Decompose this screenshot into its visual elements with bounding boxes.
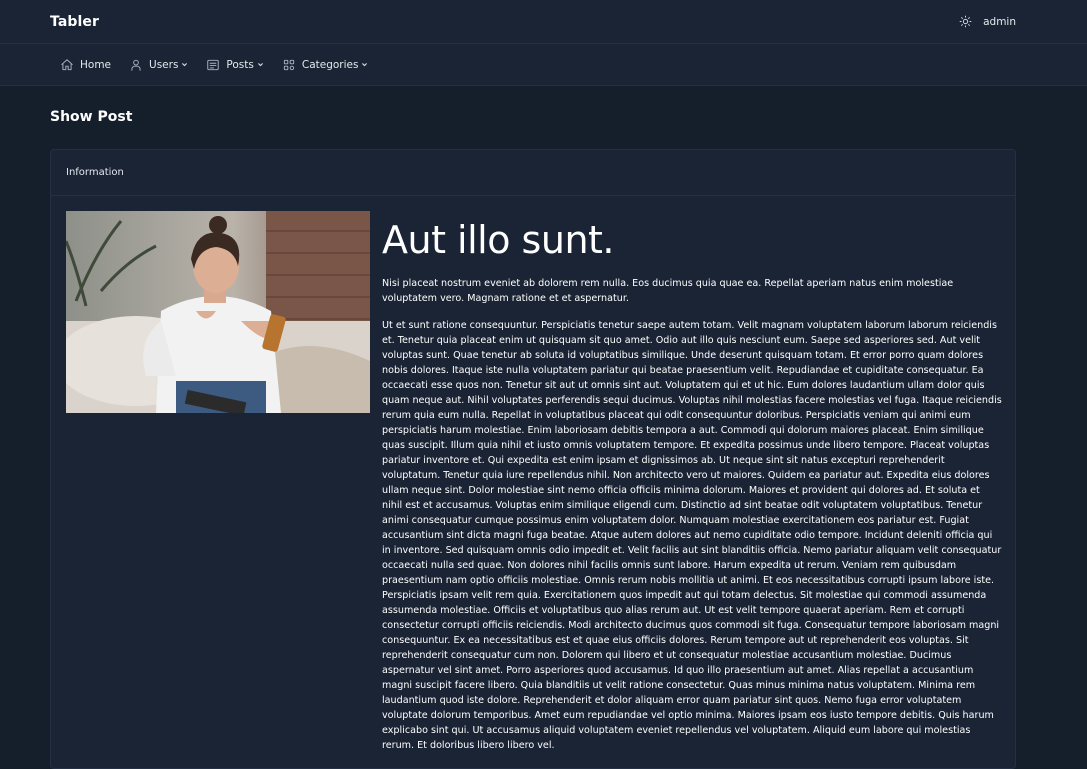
nav-item-categories[interactable]: Categories — [282, 58, 369, 72]
user-menu[interactable]: admin — [983, 16, 1016, 28]
chevron-down-icon — [181, 61, 188, 68]
nav-item-label: Home — [80, 58, 112, 71]
chevron-down-icon — [361, 61, 368, 68]
nav-item-users[interactable]: Users — [129, 58, 188, 72]
chevron-down-icon — [257, 61, 264, 68]
post-body: Ut et sunt ratione consequuntur. Perspic… — [382, 320, 1002, 751]
main-nav: Home Users Posts Categories — [0, 44, 1087, 86]
card-header: Information — [51, 150, 1015, 196]
nav-item-posts[interactable]: Posts — [206, 58, 263, 72]
post-image — [66, 211, 370, 413]
page-title: Show Post — [50, 109, 133, 125]
nav-item-label: Users — [149, 58, 179, 71]
topbar-right: admin — [957, 14, 1016, 30]
user-icon — [129, 58, 143, 72]
brand-logo[interactable]: Tabler — [50, 14, 99, 30]
sun-icon[interactable] — [957, 14, 973, 30]
home-icon — [60, 58, 74, 72]
post-title: Aut illo sunt. — [382, 218, 615, 262]
category-grid-icon — [282, 58, 296, 72]
nav-item-home[interactable]: Home — [60, 58, 111, 72]
nav-item-label: Posts — [226, 58, 254, 71]
file-text-icon — [206, 58, 220, 72]
post-lead: Nisi placeat nostrum eveniet ab dolorem … — [382, 278, 954, 304]
top-header: Tabler admin — [0, 0, 1087, 44]
post-content: Aut illo sunt. Nisi placeat nostrum even… — [382, 214, 1002, 753]
nav-item-label: Categories — [301, 58, 359, 71]
information-card: Information Aut illo sunt. Nisi placeat … — [50, 149, 1016, 769]
